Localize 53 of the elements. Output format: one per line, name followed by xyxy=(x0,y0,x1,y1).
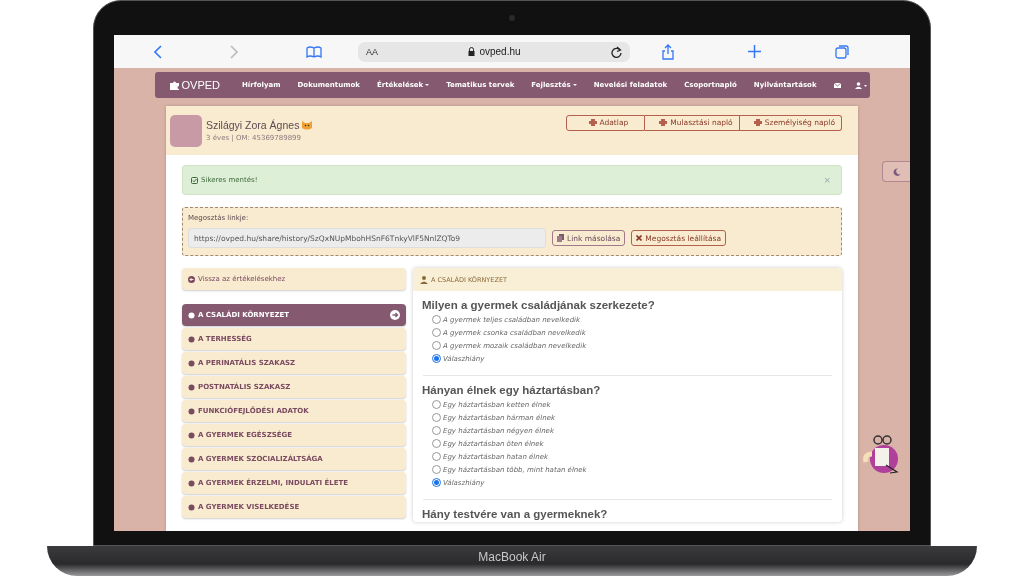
arrow-circle-right-icon xyxy=(390,310,400,320)
moon-icon xyxy=(892,167,901,176)
lock-icon xyxy=(468,47,476,56)
puzzle-icon xyxy=(168,79,180,91)
radio-button[interactable] xyxy=(432,426,441,435)
check-square-icon xyxy=(191,176,198,184)
arrow-circle-left-icon xyxy=(188,275,195,283)
question-title: Milyen a gyermek családjának szerkezete? xyxy=(422,299,656,311)
circle-icon xyxy=(188,407,195,415)
device-label: MacBook Air xyxy=(478,550,546,564)
camera-icon xyxy=(509,15,515,21)
circle-icon xyxy=(188,335,195,343)
radio-button[interactable] xyxy=(432,341,441,350)
circle-icon xyxy=(188,383,195,391)
back-icon[interactable] xyxy=(154,44,162,59)
address-bar[interactable]: AA ovped.hu xyxy=(358,41,630,62)
book-icon[interactable] xyxy=(306,45,322,58)
tabs-icon[interactable] xyxy=(835,44,849,59)
circle-icon xyxy=(188,503,195,511)
avatar xyxy=(170,114,202,147)
logo-text[interactable]: OVPED xyxy=(181,79,220,91)
question-title: Hány testvére van a gyermeknek? xyxy=(422,508,609,520)
share-icon[interactable] xyxy=(662,43,674,60)
url-text: ovped.hu xyxy=(479,46,521,57)
question-title: Hányan élnek egy háztartásban? xyxy=(422,384,602,396)
plus-icon[interactable] xyxy=(748,45,761,58)
circle-icon xyxy=(188,479,195,487)
radio-button[interactable] xyxy=(432,315,441,324)
circle-icon xyxy=(188,311,195,319)
copy-icon xyxy=(557,234,564,242)
mail-icon[interactable] xyxy=(833,82,841,88)
radio-button[interactable] xyxy=(432,354,441,363)
cat-icon xyxy=(301,119,314,131)
radio-button[interactable] xyxy=(432,400,441,409)
radio-button[interactable] xyxy=(432,439,441,448)
x-icon xyxy=(636,235,643,241)
radio-button[interactable] xyxy=(432,328,441,337)
circle-icon xyxy=(188,359,195,367)
radio-button[interactable] xyxy=(432,413,441,422)
radio-button[interactable] xyxy=(432,452,441,461)
radio-button[interactable] xyxy=(432,478,441,487)
user-icon[interactable] xyxy=(854,81,867,89)
caret-icon xyxy=(572,84,577,86)
child-name: Szilágyi Zora Ágnes xyxy=(206,119,300,131)
reload-icon[interactable] xyxy=(611,45,622,58)
dark-mode-button[interactable] xyxy=(882,161,910,182)
caret-icon xyxy=(425,84,430,86)
forward-icon[interactable] xyxy=(230,44,238,59)
circle-icon xyxy=(188,455,195,463)
circle-icon xyxy=(188,431,195,439)
radio-button[interactable] xyxy=(432,465,441,474)
text-size-button[interactable]: AA xyxy=(366,46,378,57)
person-icon xyxy=(420,275,428,284)
